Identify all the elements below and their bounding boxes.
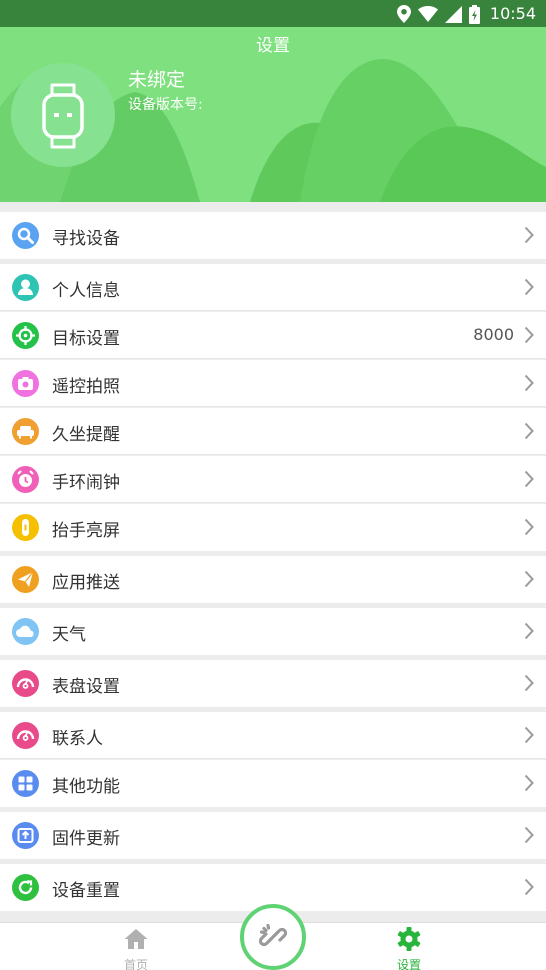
divider [0,310,546,311]
menu-item-app-push[interactable]: 应用推送 [0,556,546,603]
nav-home[interactable]: 首页 [108,923,164,970]
wifi-icon [417,6,438,22]
status-icons: 10:54 [396,3,536,25]
divider [0,758,546,759]
chevron-right-icon [524,622,534,640]
search-icon [12,222,39,249]
menu-item-firmware-update[interactable]: 固件更新 [0,812,546,859]
menu-item-label: 个人信息 [52,281,120,301]
cloud-icon [12,618,39,645]
menu-item-other-features[interactable]: 其他功能 [0,760,546,807]
chevron-right-icon [524,674,534,692]
device-version-label: 设备版本号: [128,97,203,113]
chevron-right-icon [524,422,534,440]
chevron-right-icon [524,518,534,536]
menu-item-sedentary-reminder[interactable]: 久坐提醒 [0,408,546,455]
menu-item-personal-info[interactable]: 个人信息 [0,264,546,311]
divider [0,406,546,407]
home-icon [124,929,148,949]
dial-icon [12,670,39,697]
menu-item-contacts[interactable]: 联系人 [0,712,546,759]
connect-device-button[interactable] [240,904,306,970]
settings-header: 设置 未绑定 设备版本号: [0,27,546,202]
divider [0,358,546,359]
chevron-right-icon [524,826,534,844]
device-name: 未绑定 [128,69,186,91]
chevron-right-icon [524,470,534,488]
menu-item-goal-settings[interactable]: 目标设置 8000 [0,312,546,359]
page-title: 设置 [256,36,290,56]
menu-item-label: 固件更新 [52,829,120,849]
chevron-right-icon [524,774,534,792]
menu-item-label: 应用推送 [52,573,120,593]
menu-item-value: 8000 [473,325,514,344]
contact-icon [12,722,39,749]
firmware-icon [12,822,39,849]
menu-item-raise-to-wake[interactable]: 抬手亮屏 [0,504,546,551]
device-avatar[interactable] [11,63,115,167]
nav-settings[interactable]: 设置 [381,923,437,970]
refresh-icon [12,874,39,901]
grid-icon [12,770,39,797]
battery-icon [468,4,480,24]
menu-item-label: 久坐提醒 [52,425,120,445]
nav-home-label: 首页 [123,958,148,970]
chevron-right-icon [524,570,534,588]
nav-settings-label: 设置 [396,958,421,970]
person-icon [12,274,39,301]
sofa-icon [12,418,39,445]
status-bar: 10:54 [0,0,546,27]
camera-icon [12,370,39,397]
menu-item-watch-face[interactable]: 表盘设置 [0,660,546,707]
menu-item-label: 表盘设置 [52,677,120,697]
menu-item-weather[interactable]: 天气 [0,608,546,655]
menu-item-find-device[interactable]: 寻找设备 [0,212,546,259]
link-icon [258,923,288,947]
menu-item-label: 联系人 [52,729,103,749]
chevron-right-icon [524,278,534,296]
menu-item-label: 天气 [52,625,86,645]
menu-item-label: 手环闹钟 [52,473,120,493]
send-icon [12,566,39,593]
menu-item-remote-camera[interactable]: 遥控拍照 [0,360,546,407]
chevron-right-icon [524,226,534,244]
divider [0,454,546,455]
menu-item-band-alarm[interactable]: 手环闹钟 [0,456,546,503]
chevron-right-icon [524,726,534,744]
chevron-right-icon [524,326,534,344]
target-icon [12,322,39,349]
menu-item-label: 设备重置 [52,881,120,901]
chevron-right-icon [524,374,534,392]
menu-item-label: 遥控拍照 [52,377,120,397]
location-icon [396,5,411,23]
signal-icon [444,5,462,23]
watch-icon [42,83,84,149]
menu-item-label: 抬手亮屏 [52,521,120,541]
alarm-clock-icon [12,466,39,493]
menu-item-label: 寻找设备 [52,229,120,249]
status-time: 10:54 [489,4,536,23]
band-icon [12,514,39,541]
gear-icon [397,927,421,951]
chevron-right-icon [524,878,534,896]
menu-item-label: 其他功能 [52,777,120,797]
menu-item-label: 目标设置 [52,329,120,349]
divider [0,502,546,503]
